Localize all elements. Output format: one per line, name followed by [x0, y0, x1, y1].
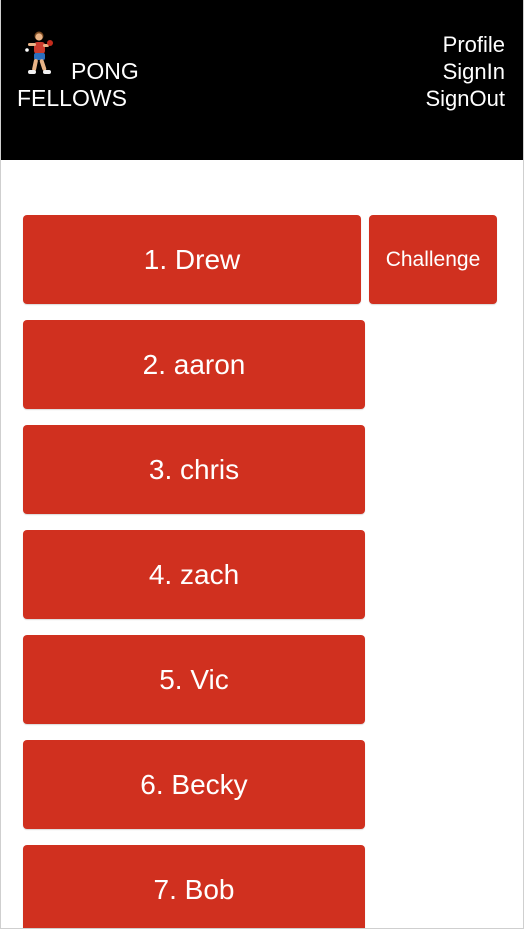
player-button[interactable]: 5. Vic: [23, 635, 365, 724]
challenge-button[interactable]: Challenge: [369, 215, 497, 304]
player-button[interactable]: 6. Becky: [23, 740, 365, 829]
player-button[interactable]: 2. aaron: [23, 320, 365, 409]
player-button[interactable]: 3. chris: [23, 425, 365, 514]
ladder-row: 7. Bob: [23, 845, 503, 928]
ladder-row: 6. Becky: [23, 740, 503, 829]
player-button[interactable]: 4. zach: [23, 530, 365, 619]
nav-signout-link[interactable]: SignOut: [426, 85, 506, 112]
app-frame: PONG FELLOWS Profile SignIn SignOut 1. D…: [0, 0, 524, 929]
player-button[interactable]: 7. Bob: [23, 845, 365, 928]
ping-pong-player-icon: [23, 30, 53, 78]
top-header: PONG FELLOWS Profile SignIn SignOut: [1, 0, 523, 160]
brand-name-line2: FELLOWS: [17, 85, 127, 111]
brand-name-line1: PONG: [71, 58, 139, 84]
ladder-row: 3. chris: [23, 425, 503, 514]
ladder-row: 1. Drew Challenge: [23, 215, 503, 304]
nav-signin-link[interactable]: SignIn: [426, 58, 505, 85]
ladder-row: 2. aaron: [23, 320, 503, 409]
player-button[interactable]: 1. Drew: [23, 215, 361, 304]
top-nav: Profile SignIn SignOut: [426, 31, 506, 112]
ladder-row: 4. zach: [23, 530, 503, 619]
ladder-row: 5. Vic: [23, 635, 503, 724]
ladder-list: 1. Drew Challenge 2. aaron 3. chris 4. z…: [23, 215, 503, 928]
nav-profile-link[interactable]: Profile: [426, 31, 505, 58]
